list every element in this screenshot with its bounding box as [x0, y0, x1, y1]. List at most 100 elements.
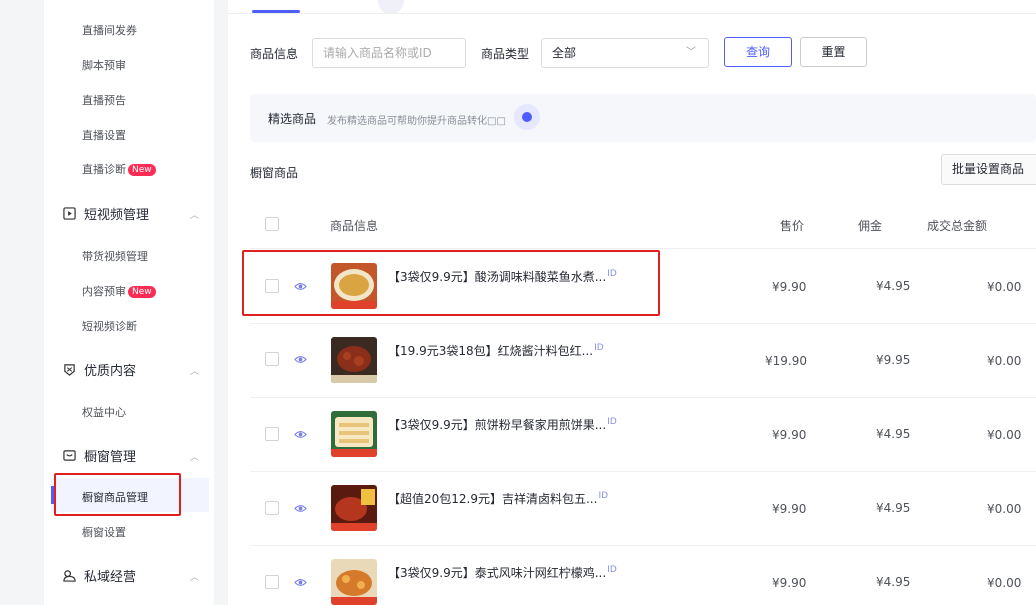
eye-icon[interactable] [294, 576, 307, 589]
product-id-tag[interactable]: ID [607, 417, 617, 427]
eye-icon[interactable] [294, 353, 307, 366]
product-thumbnail[interactable] [331, 411, 377, 457]
sidebar-group-label: 私域经营 [84, 570, 137, 585]
row-checkbox[interactable] [265, 575, 279, 589]
highlight-box [242, 250, 660, 316]
row-divider [250, 323, 1036, 324]
batch-set-products-button[interactable]: 批量设置商品 [941, 154, 1036, 185]
quality-content-icon [62, 363, 76, 377]
sidebar-item-video-management[interactable]: 带货视频管理 [82, 248, 148, 264]
product-info-label: 商品信息 [250, 47, 299, 61]
sidebar-item-live-preview[interactable]: 直播预告 [82, 92, 126, 108]
product-name-text: 【3袋仅9.9元】泰式风味汁网红柠檬鸡... [388, 566, 607, 580]
info-dot-icon[interactable] [522, 112, 532, 122]
row-checkbox[interactable] [265, 501, 279, 515]
sidebar-item-video-diagnosis[interactable]: 短视频诊断 [82, 318, 137, 334]
chevron-down-icon: ﹀ [686, 47, 696, 58]
sidebar-item-live-coupon[interactable]: 直播间发券 [82, 22, 137, 38]
total-cell: ¥0.00 [987, 576, 1022, 590]
sidebar-item-label: 内容预审 [82, 285, 126, 298]
total-cell: ¥0.00 [987, 280, 1022, 294]
product-name-text: 【超值20包12.9元】吉祥清卤料包五... [388, 492, 598, 506]
column-header-price: 售价 [780, 219, 805, 233]
product-id-tag[interactable]: ID [598, 491, 608, 501]
column-header-total: 成交总金额 [927, 219, 988, 233]
sidebar-group-showcase[interactable]: 橱窗管理 [62, 446, 136, 465]
tabs-divider [228, 13, 1036, 14]
select-all-checkbox[interactable] [265, 217, 279, 231]
commission-cell: ¥4.95 [876, 427, 911, 441]
price-cell: ¥9.90 [772, 576, 807, 590]
new-badge: New [128, 164, 156, 176]
total-cell: ¥0.00 [987, 502, 1022, 516]
product-id-tag[interactable]: ID [594, 343, 604, 353]
product-id-tag[interactable]: ID [607, 565, 617, 575]
sidebar-item-live-diagnosis[interactable]: 直播诊断 New [82, 161, 156, 177]
sidebar-item-content-review[interactable]: 内容预审 New [82, 283, 156, 299]
product-name[interactable]: 【3袋仅9.9元】泰式风味汁网红柠檬鸡...ID [388, 564, 617, 581]
product-type-value: 全部 [552, 46, 577, 60]
product-thumbnail[interactable] [331, 337, 377, 383]
video-icon [62, 207, 76, 221]
product-search-input[interactable]: 请输入商品名称或ID [312, 38, 466, 68]
commission-cell: ¥4.95 [876, 575, 911, 589]
highlight-box [54, 473, 181, 516]
price-cell: ¥19.90 [765, 354, 807, 368]
product-type-label: 商品类型 [481, 47, 530, 61]
product-name[interactable]: 【19.9元3袋18包】红烧酱汁料包红...ID [388, 342, 604, 359]
table-header-divider [250, 248, 1036, 249]
sidebar-item-rights-center[interactable]: 权益中心 [82, 404, 126, 420]
price-cell: ¥9.90 [772, 428, 807, 442]
showcase-icon [62, 449, 76, 463]
sidebar-item-showcase-settings[interactable]: 橱窗设置 [82, 524, 126, 540]
row-divider [250, 397, 1036, 398]
sidebar-group-label: 短视频管理 [84, 208, 150, 223]
sidebar-group-short-video[interactable]: 短视频管理 [62, 204, 149, 223]
column-header-commission: 佣金 [858, 219, 883, 233]
eye-icon[interactable] [294, 428, 307, 441]
sidebar-group-quality-content[interactable]: 优质内容 [62, 360, 136, 379]
product-name-text: 【3袋仅9.9元】煎饼粉早餐家用煎饼果... [388, 418, 607, 432]
sidebar-item-script-review[interactable]: 脚本预审 [82, 57, 126, 73]
active-tab-indicator [252, 10, 300, 13]
sidebar-item-label: 直播诊断 [82, 163, 126, 176]
commission-cell: ¥9.95 [876, 353, 911, 367]
private-domain-icon [62, 569, 76, 583]
product-thumbnail[interactable] [331, 559, 377, 605]
main-content: 商品信息 请输入商品名称或ID 商品类型 全部 ﹀ 查询 重置 精选商品 发布精… [228, 0, 1036, 605]
column-header-product: 商品信息 [330, 219, 379, 233]
new-badge: New [128, 286, 156, 298]
product-name[interactable]: 【3袋仅9.9元】煎饼粉早餐家用煎饼果...ID [388, 416, 617, 433]
query-button[interactable]: 查询 [724, 37, 792, 67]
chevron-up-icon[interactable]: ︿ [190, 450, 199, 463]
sidebar-group-label: 优质内容 [84, 364, 137, 379]
row-divider [250, 471, 1036, 472]
total-cell: ¥0.00 [987, 428, 1022, 442]
row-divider [250, 545, 1036, 546]
product-type-select[interactable]: 全部 ﹀ [541, 38, 709, 68]
commission-cell: ¥4.95 [876, 279, 911, 293]
chevron-up-icon[interactable]: ︿ [190, 570, 199, 583]
product-name-text: 【19.9元3袋18包】红烧酱汁料包红... [388, 344, 594, 358]
banner-title: 精选商品 [268, 112, 317, 126]
price-cell: ¥9.90 [772, 502, 807, 516]
product-thumbnail[interactable] [331, 485, 377, 531]
banner-subtitle: 发布精选商品可帮助你提升商品转化□□ [327, 116, 506, 127]
reset-button[interactable]: 重置 [800, 37, 867, 67]
row-checkbox[interactable] [265, 352, 279, 366]
product-name[interactable]: 【超值20包12.9元】吉祥清卤料包五...ID [388, 490, 608, 507]
eye-icon[interactable] [294, 502, 307, 515]
sidebar-item-live-settings[interactable]: 直播设置 [82, 127, 126, 143]
section-title: 橱窗商品 [250, 166, 299, 180]
chevron-up-icon[interactable]: ︿ [190, 364, 199, 377]
row-checkbox[interactable] [265, 427, 279, 441]
featured-banner: 精选商品 发布精选商品可帮助你提升商品转化□□ [250, 94, 1036, 142]
total-cell: ¥0.00 [987, 354, 1022, 368]
tab-decoration [378, 0, 404, 14]
sidebar-group-label: 橱窗管理 [84, 450, 137, 465]
commission-cell: ¥4.95 [876, 501, 911, 515]
sidebar: 直播间发券 脚本预审 直播预告 直播设置 直播诊断 New 短视频管理 ︿ 带货视… [44, 0, 214, 605]
price-cell: ¥9.90 [772, 280, 807, 294]
chevron-up-icon[interactable]: ︿ [190, 208, 199, 221]
sidebar-group-private-domain[interactable]: 私域经营 [62, 566, 136, 585]
